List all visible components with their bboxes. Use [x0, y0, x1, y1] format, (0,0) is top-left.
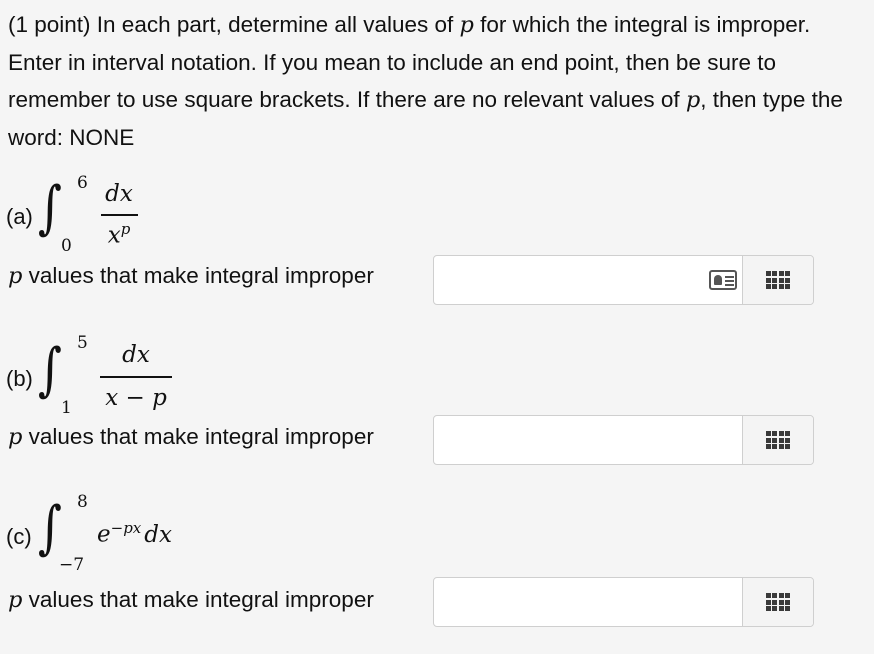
lower-limit: −7 [59, 555, 85, 575]
answer-a-input[interactable] [436, 258, 752, 302]
fraction-bar [101, 214, 138, 216]
equation-editor-button[interactable] [742, 578, 813, 626]
fraction-bar [100, 376, 172, 378]
numerator: dx [122, 342, 150, 368]
contact-card-icon[interactable] [709, 270, 737, 290]
answer-c-input[interactable] [436, 580, 752, 624]
upper-limit: 5 [77, 333, 88, 353]
answer-b-label: p values that make integral improper [8, 424, 374, 450]
lower-limit: 1 [61, 398, 72, 418]
grid-menu-icon [766, 593, 790, 611]
integral-sign: ∫ [38, 493, 62, 561]
integral-sign: ∫ [38, 335, 62, 403]
grid-menu-icon [766, 271, 790, 289]
answer-b-input[interactable] [436, 418, 752, 462]
answer-c-field[interactable] [433, 577, 814, 627]
integral-sign: ∫ [38, 173, 62, 241]
upper-limit: 8 [77, 492, 88, 512]
integrand: e−px dx [97, 519, 172, 548]
problem-statement: (1 point) In each part, determine all va… [8, 12, 843, 150]
denominator: x − p [105, 385, 167, 411]
numerator: dx [105, 181, 133, 207]
equation-editor-button[interactable] [742, 256, 813, 304]
denominator: xp [107, 220, 131, 249]
answer-b-field[interactable] [433, 415, 814, 465]
answer-a-field[interactable] [433, 255, 814, 305]
part-a-label: (a) [6, 204, 33, 229]
upper-limit: 6 [77, 173, 88, 193]
part-c-label: (c) [6, 524, 32, 549]
answer-c-label: p values that make integral improper [8, 587, 374, 613]
part-b-label: (b) [6, 366, 33, 391]
grid-menu-icon [766, 431, 790, 449]
equation-editor-button[interactable] [742, 416, 813, 464]
answer-a-label: p values that make integral improper [8, 263, 374, 289]
lower-limit: 0 [61, 236, 72, 256]
